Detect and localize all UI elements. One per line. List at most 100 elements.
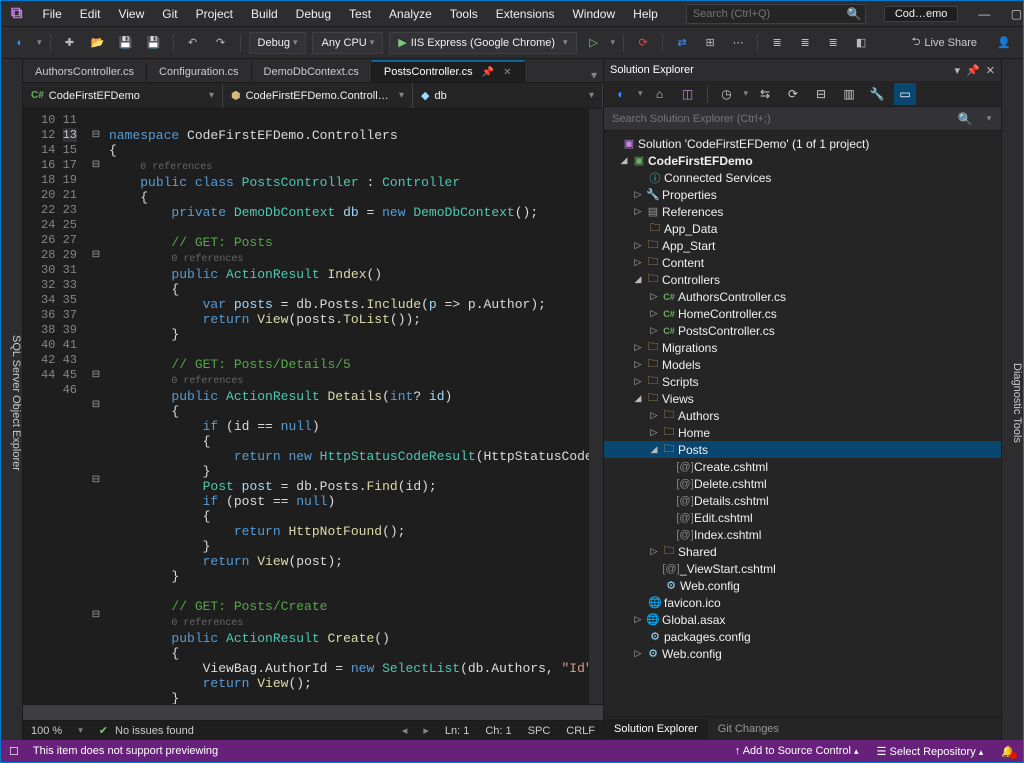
expand-icon[interactable]: ▷ (632, 240, 644, 251)
tree-scripts[interactable]: ▷🗀Scripts (604, 373, 1001, 390)
menu-test[interactable]: Test (341, 4, 379, 24)
editor-scrollbar[interactable] (589, 109, 603, 704)
doc-tab-configuration[interactable]: Configuration.cs (147, 62, 252, 82)
tree-authors-controller[interactable]: ▷C#AuthorsController.cs (604, 288, 1001, 305)
expand-icon[interactable]: ▷ (648, 427, 660, 438)
expand-icon[interactable]: ▷ (632, 189, 644, 200)
doc-tab-demodbcontext[interactable]: DemoDbContext.cs (252, 62, 372, 82)
menu-extensions[interactable]: Extensions (488, 4, 563, 24)
nav-project-dropdown[interactable]: C# CodeFirstEFDemo ▾ (23, 83, 223, 108)
open-button[interactable]: 📂 (87, 32, 109, 54)
redo-button[interactable]: ↷ (210, 32, 232, 54)
caret-next-button[interactable]: ▸ (423, 724, 429, 737)
tree-connected-services[interactable]: ⓘConnected Services (604, 169, 1001, 186)
tree-globalasax[interactable]: ▷🌐Global.asax (604, 611, 1001, 628)
se-back-button[interactable]: ◐ (610, 83, 632, 105)
menu-help[interactable]: Help (625, 4, 666, 24)
nav-scope-dropdown[interactable]: ⬢ CodeFirstEFDemo.Controllers.Po ▾ (223, 83, 413, 108)
right-tool-rail[interactable]: Diagnostic Tools (1001, 59, 1023, 740)
tree-webconfig-views[interactable]: ⚙Web.config (604, 577, 1001, 594)
tab-git-changes[interactable]: Git Changes (708, 719, 789, 739)
tree-solution[interactable]: ▣ Solution 'CodeFirstEFDemo' (1 of 1 pro… (604, 135, 1001, 152)
tree-delete-cshtml[interactable]: [@]Delete.cshtml (604, 475, 1001, 492)
folding-gutter[interactable]: ⊟ ⊟ ⊟ ⊟ ⊟ ⊟ ⊟ (89, 109, 103, 704)
issues-indicator[interactable]: ✔ No issues found (99, 724, 194, 737)
expand-icon[interactable]: ▷ (632, 206, 644, 217)
new-item-button[interactable]: ✚ (59, 32, 81, 54)
tree-views-shared[interactable]: ▷🗀Shared (604, 543, 1001, 560)
expand-icon[interactable]: ▷ (648, 546, 660, 557)
undo-button[interactable]: ↶ (182, 32, 204, 54)
nav-member-dropdown[interactable]: ◆ db ▾ (413, 83, 603, 108)
tab-overflow-button[interactable]: ▾ (585, 68, 603, 82)
tree-home-controller[interactable]: ▷C#HomeController.cs (604, 305, 1001, 322)
expand-icon[interactable]: ▷ (632, 614, 644, 625)
se-show-all-button[interactable]: ▥ (838, 83, 860, 105)
expand-icon[interactable]: ◢ (632, 393, 644, 404)
se-switch-view-button[interactable]: ◫ (677, 83, 699, 105)
tree-references[interactable]: ▷▤References (604, 203, 1001, 220)
tab-close-icon[interactable]: ✕ (503, 67, 511, 78)
left-tool-rail[interactable]: SQL Server Object Explorer (1, 59, 23, 740)
menu-debug[interactable]: Debug (288, 4, 339, 24)
hot-reload-button[interactable]: ⟳ (632, 32, 654, 54)
select-repository[interactable]: ☰ Select Repository ▴ (877, 745, 984, 758)
caret-prev-button[interactable]: ◂ (402, 724, 408, 737)
extensions-manager-button[interactable]: ⊞ (699, 32, 721, 54)
tree-views[interactable]: ◢🗀Views (604, 390, 1001, 407)
tree-project[interactable]: ◢ ▣ CodeFirstEFDemo (604, 152, 1001, 169)
live-share[interactable]: ⮌ Live Share (912, 33, 977, 52)
expand-icon[interactable]: ▷ (632, 342, 644, 353)
tree-views-posts[interactable]: ◢🗀Posts (604, 441, 1001, 458)
platform-select[interactable]: Any CPU ▾ (312, 32, 383, 54)
tree-views-authors[interactable]: ▷🗀Authors (604, 407, 1001, 424)
se-search-input[interactable] (604, 107, 953, 130)
expand-icon[interactable]: ▷ (648, 291, 660, 302)
tree-create-cshtml[interactable]: [@]Create.cshtml (604, 458, 1001, 475)
start-debug-button[interactable]: ▶ IIS Express (Google Chrome) ▾ (389, 32, 576, 54)
doc-tab-posts[interactable]: PostsController.cs 📌 ✕ (372, 60, 525, 82)
minimize-button[interactable]: — (970, 4, 998, 24)
se-title-bar[interactable]: Solution Explorer ▾ 📌 ✕ (604, 59, 1001, 81)
expand-icon[interactable]: ▷ (648, 308, 660, 319)
navigate-button[interactable]: ⋯ (727, 32, 749, 54)
menu-analyze[interactable]: Analyze (381, 4, 440, 24)
doc-tab-authors[interactable]: AuthorsController.cs (23, 62, 147, 82)
tree-views-home[interactable]: ▷🗀Home (604, 424, 1001, 441)
account-button[interactable]: 👤 (993, 32, 1015, 54)
zoom-level[interactable]: 100 % (31, 725, 62, 737)
menu-view[interactable]: View (110, 4, 152, 24)
expand-icon[interactable]: ▷ (632, 359, 644, 370)
save-all-button[interactable]: 💾 (143, 32, 165, 54)
se-sync-button[interactable]: ⇆ (754, 83, 776, 105)
format-button[interactable]: ≣ (766, 32, 788, 54)
bookmark-button[interactable]: ◧ (850, 32, 872, 54)
expand-icon[interactable]: ▷ (632, 376, 644, 387)
expand-icon[interactable]: ▷ (648, 410, 660, 421)
expand-icon[interactable]: ◢ (618, 155, 630, 166)
notifications-button[interactable]: 🔔 (1001, 745, 1015, 758)
tree-migrations[interactable]: ▷🗀Migrations (604, 339, 1001, 356)
tree-viewstart[interactable]: [@]_ViewStart.cshtml (604, 560, 1001, 577)
se-home-button[interactable]: ⌂ (649, 83, 671, 105)
se-dropdown-icon[interactable]: ▾ (955, 64, 961, 77)
back-button[interactable]: ◐ (9, 32, 31, 54)
browser-link-button[interactable]: ⇄ (671, 32, 693, 54)
global-search-input[interactable] (687, 8, 841, 20)
menu-project[interactable]: Project (188, 4, 241, 24)
add-source-control[interactable]: ↑ Add to Source Control ▴ (735, 745, 859, 757)
comment-button[interactable]: ≣ (794, 32, 816, 54)
save-button[interactable]: 💾 (115, 32, 137, 54)
se-preview-button[interactable]: ▭ (894, 83, 916, 105)
global-search[interactable]: 🔍 (686, 4, 866, 24)
se-refresh-button[interactable]: ⟳ (782, 83, 804, 105)
tree-packages-config[interactable]: ⚙packages.config (604, 628, 1001, 645)
menu-git[interactable]: Git (154, 4, 185, 24)
build-config-select[interactable]: Debug ▾ (249, 32, 307, 54)
tree-posts-controller[interactable]: ▷C#PostsController.cs (604, 322, 1001, 339)
menu-tools[interactable]: Tools (442, 4, 486, 24)
expand-icon[interactable]: ▷ (632, 648, 644, 659)
se-pending-button[interactable]: ◷ (716, 83, 738, 105)
menu-window[interactable]: Window (564, 4, 623, 24)
menu-build[interactable]: Build (243, 4, 286, 24)
